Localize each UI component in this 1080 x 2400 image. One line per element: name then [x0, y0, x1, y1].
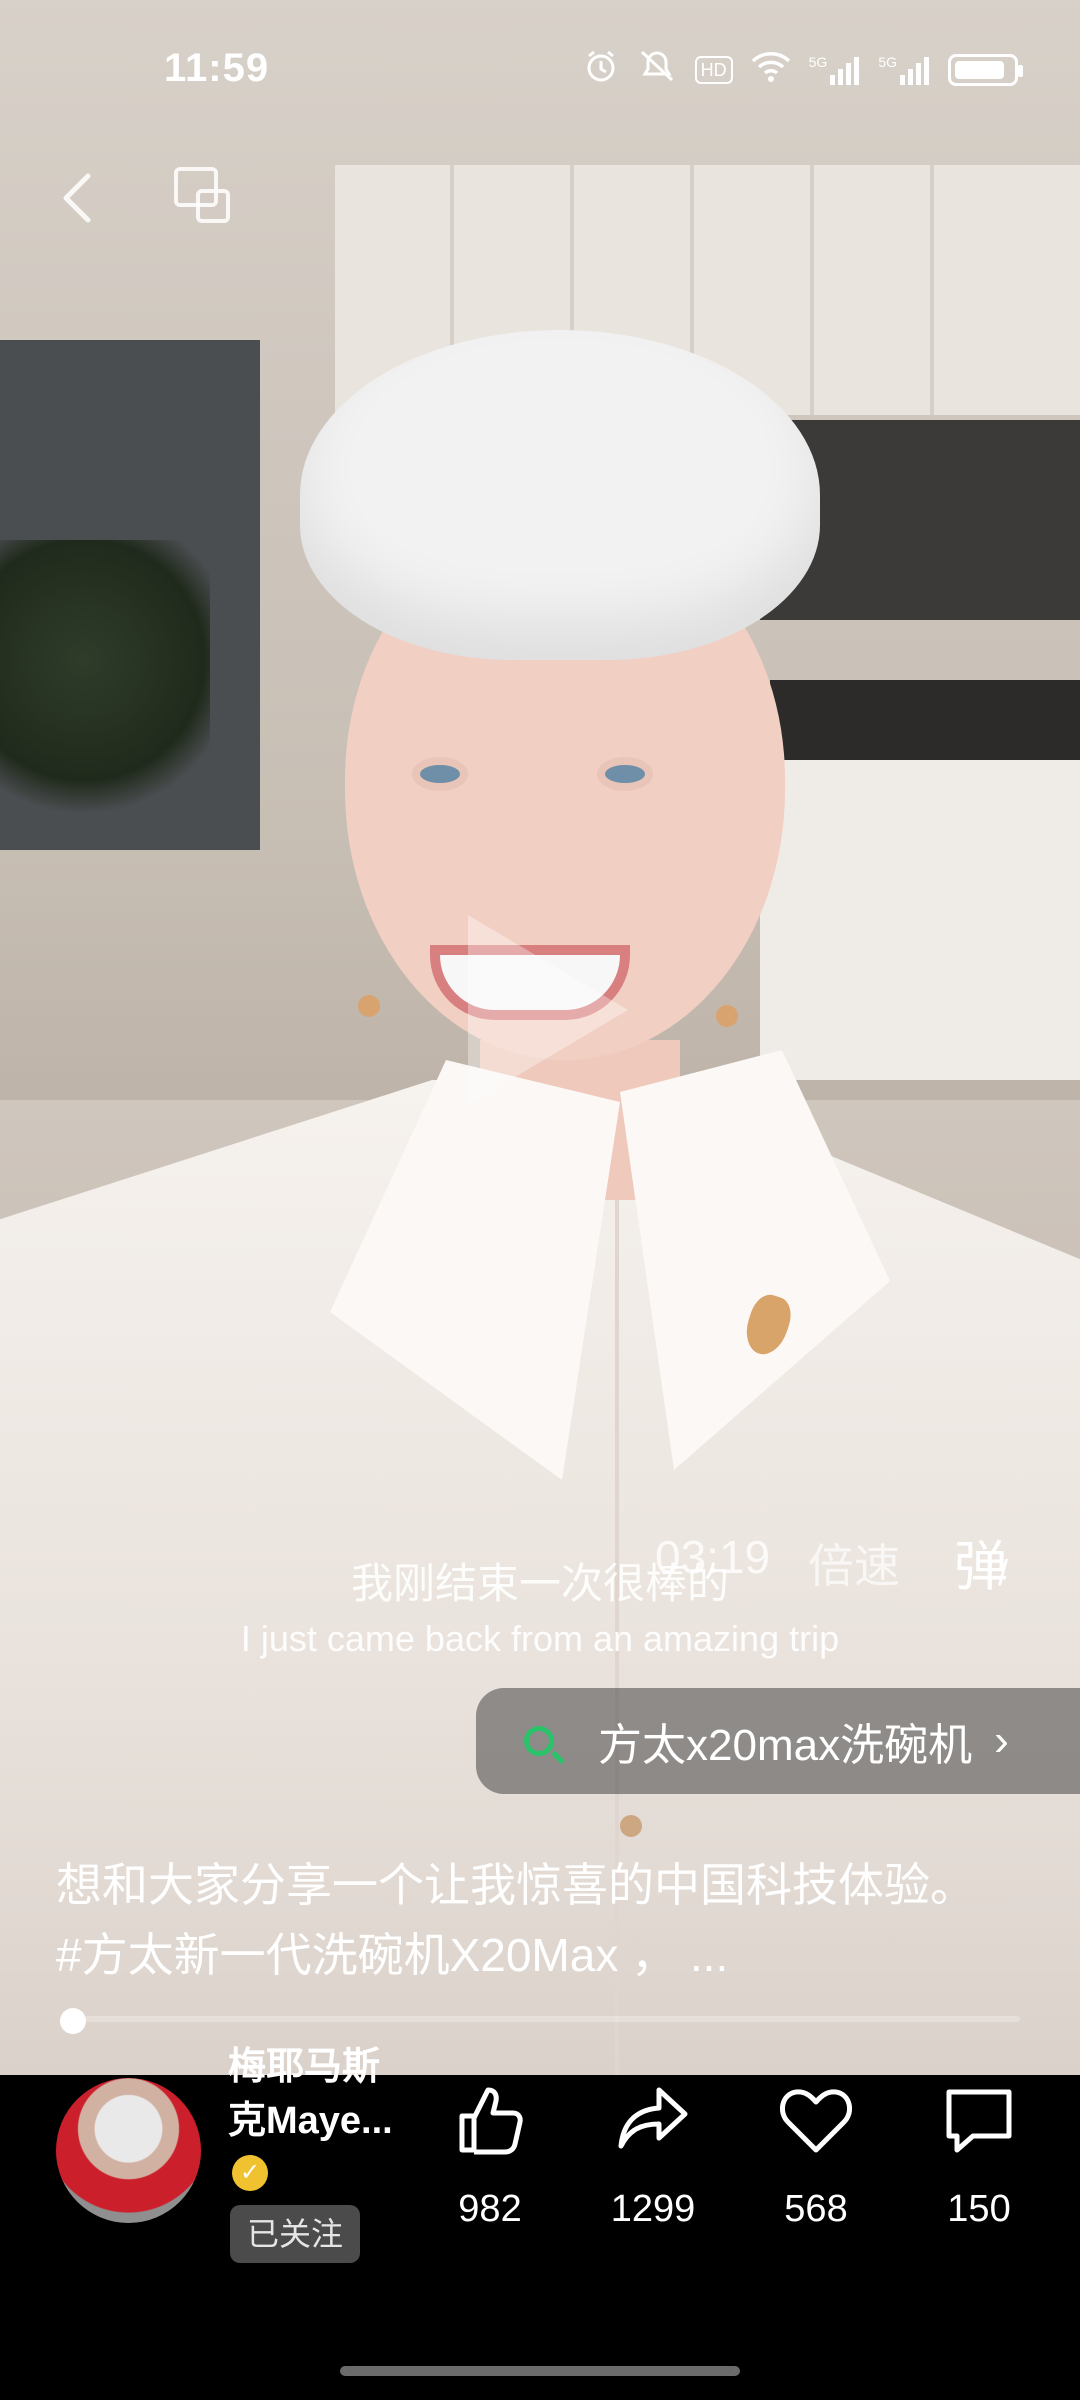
white-hair [300, 330, 820, 660]
status-icons: HD 5G 5G [583, 48, 1023, 91]
comment-count: 150 [947, 2188, 1011, 2230]
cabinet-divider [810, 165, 814, 415]
earring-right [716, 1005, 738, 1027]
status-bar: 11:59 HD 5G 5G [0, 0, 1080, 150]
signal-5g-icon: 5G [809, 55, 861, 85]
progress-handle[interactable] [60, 2008, 86, 2034]
video-description[interactable]: 想和大家分享一个让我惊喜的中国科技体验。 #方太新一代洗碗机X20Max ， .… [56, 1850, 1046, 1990]
comment-button[interactable]: 150 [909, 2080, 1049, 2231]
back-arrow-icon[interactable] [50, 168, 110, 228]
search-icon [524, 1726, 554, 1756]
thumbs-up-icon [450, 2080, 530, 2160]
wifi-icon [751, 49, 791, 90]
like-count: 982 [458, 2188, 522, 2230]
screen-cast-icon[interactable] [170, 163, 234, 227]
comment-icon [939, 2080, 1019, 2160]
shirt-button [620, 1815, 642, 1837]
search-suggestion[interactable]: 方太x20max洗碗机 › [476, 1688, 1080, 1794]
share-button[interactable]: 1299 [583, 2080, 723, 2231]
favorite-count: 568 [784, 2188, 848, 2230]
progress-track[interactable] [60, 2016, 1020, 2022]
search-suggestion-label: 方太x20max洗碗机 [598, 1721, 973, 1770]
subtitle-chinese: 我刚结束一次很棒的 [350, 1560, 729, 1607]
lower-cabinet [760, 760, 1080, 1080]
signal-5g-icon: 5G [878, 55, 930, 85]
heart-icon [776, 2080, 856, 2160]
like-button[interactable]: 982 [420, 2080, 560, 2231]
share-count: 1299 [610, 2188, 696, 2230]
mute-icon [637, 48, 677, 91]
subtitle-english: I just came back from an amazing trip [240, 1618, 840, 1659]
favorite-button[interactable]: 568 [746, 2080, 886, 2231]
description-line: #方太新一代洗碗机X20Max ， ... [56, 1929, 729, 1981]
share-arrow-icon [613, 2080, 693, 2160]
battery-icon [948, 53, 1023, 86]
home-indicator[interactable] [340, 2366, 740, 2376]
chevron-right-icon: › [994, 1716, 1009, 1765]
right-eye [605, 765, 645, 783]
signal-type: 5G [808, 53, 828, 70]
verified-badge-icon: ✓ [232, 2155, 268, 2191]
signal-type: 5G [878, 53, 897, 70]
description-line: 想和大家分享一个让我惊喜的中国科技体验。 [56, 1859, 976, 1911]
kitchen-counter [770, 680, 1080, 760]
cabinet-divider [930, 165, 934, 415]
alarm-icon [583, 48, 619, 91]
status-time: 11:59 [164, 46, 270, 90]
house-plant [0, 540, 210, 840]
earring-left [358, 995, 380, 1017]
battery-fill [955, 60, 1004, 79]
hd-icon: HD [694, 55, 733, 84]
followed-button[interactable]: 已关注 [230, 2205, 360, 2263]
play-icon[interactable] [468, 915, 628, 1105]
avatar[interactable] [56, 2078, 201, 2223]
left-eye [420, 765, 460, 783]
author-name[interactable]: 梅耶马斯克Maye... [228, 2040, 408, 2148]
